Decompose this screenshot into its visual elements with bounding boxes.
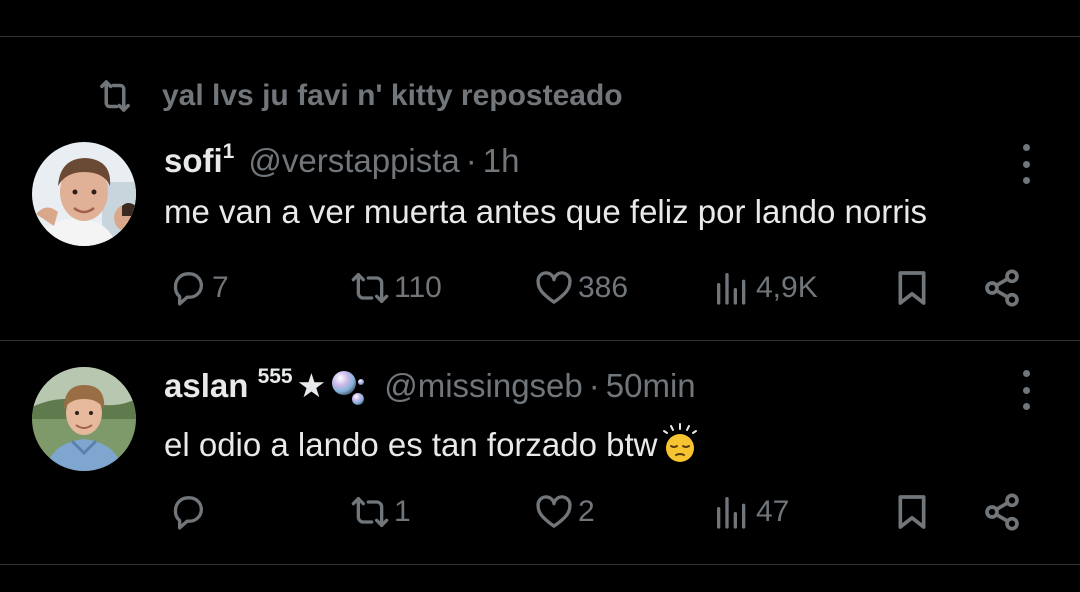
views-count: 4,9K [756,271,818,304]
avatar[interactable] [32,142,136,246]
reply-button[interactable] [168,490,212,534]
repost-banner-text: yal lvs ju favi n' kitty reposteado [162,79,623,112]
separator-dot: · [465,142,477,179]
repost-icon [351,273,389,303]
divider-bottom [0,564,1080,565]
like-count: 2 [578,495,595,528]
display-name[interactable]: aslan 555 ★ [164,365,326,405]
views-count: 47 [756,495,790,528]
reply-count: 7 [212,271,229,304]
bookmark-button[interactable] [892,266,932,310]
reply-icon [173,272,203,306]
tweet-text-content: el odio a lando es tan forzado btw [164,426,658,463]
like-count: 386 [578,271,629,304]
bookmark-icon [898,271,926,305]
user-handle[interactable]: @verstappista [248,142,459,180]
display-name[interactable]: sofi1 [164,140,234,180]
star-glyph: ★ [296,367,327,404]
reply-button[interactable]: 7 [168,266,229,310]
timestamp[interactable]: 1h [483,142,520,180]
tweet-text: me van a ver muerta antes que feliz por … [164,193,928,230]
repost-banner[interactable]: yal lvs ju favi n' kitty reposteado [94,76,623,116]
bookmark-button[interactable] [892,490,932,534]
divider-top [0,36,1080,37]
separator-dot: · [588,367,600,404]
repost-button[interactable]: 1 [350,490,411,534]
divider-middle [0,340,1080,341]
avatar[interactable] [32,367,136,471]
more-options-icon[interactable] [1014,144,1038,184]
bubbles-emoji-icon [332,371,365,405]
more-options-icon[interactable] [1014,370,1038,410]
like-button[interactable]: 2 [534,490,595,534]
reply-icon [173,496,203,530]
like-button[interactable]: 386 [534,266,628,310]
share-button[interactable] [982,266,1022,310]
repost-button[interactable]: 110 [350,266,442,310]
name-superscript: 555 [257,365,293,388]
views-button[interactable]: 4,9K [712,266,818,310]
avatar-photo [32,142,136,246]
share-icon [985,493,1019,531]
name-superscript: 1 [222,140,235,163]
repost-icon [351,497,389,527]
timestamp[interactable]: 50min [606,367,696,405]
views-button[interactable]: 47 [712,490,789,534]
views-icon [717,497,746,529]
avatar-photo [32,367,136,471]
tweet-text: el odio a lando es tan forzado btw [164,418,700,466]
tweet-header: aslan 555 ★ @missingseb · 50min [164,365,696,409]
views-icon [717,273,746,305]
share-icon [985,269,1019,307]
heart-icon [536,271,572,304]
repost-count: 110 [394,271,442,304]
share-button[interactable] [982,490,1022,534]
repost-count: 1 [394,495,411,528]
tweet-header: sofi1 @verstappista · 1h [164,140,520,184]
repost-icon [100,80,130,112]
heart-icon [536,495,572,528]
user-handle[interactable]: @missingseb [384,367,583,405]
bookmark-icon [898,495,926,529]
pensive-face-emoji-icon [662,423,697,462]
